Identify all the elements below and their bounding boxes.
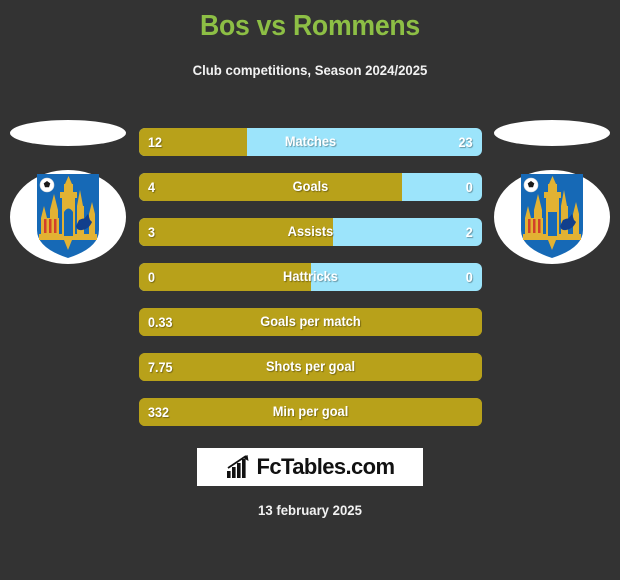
away-value: 23 (458, 134, 473, 150)
away-value: 0 (465, 269, 473, 285)
stat-label: Shots per goal (265, 359, 356, 374)
den-bosch-crest-icon (37, 174, 99, 258)
stat-label: Goals per match (260, 314, 361, 329)
soccer-ball-icon (523, 177, 539, 193)
home-team-block (2, 120, 134, 280)
stat-row: 3 Assists 2 (139, 218, 482, 246)
bar-chart-arrow-icon (226, 455, 249, 478)
page-subtitle: Club competitions, Season 2024/2025 (192, 62, 428, 78)
stat-label: Assists (287, 224, 334, 239)
stat-label: Goals (292, 179, 329, 194)
stat-row: 0.33 Goals per match (139, 308, 482, 336)
fctables-logo[interactable]: FcTables.com (197, 448, 423, 486)
away-value: 2 (465, 224, 473, 240)
stats-comparison-page: Bos vs Rommens Club competitions, Season… (0, 0, 620, 580)
stat-row: 332 Min per goal (139, 398, 482, 426)
soccer-ball-icon (39, 177, 55, 193)
stat-row: 12 Matches 23 (139, 128, 482, 156)
stat-row: 7.75 Shots per goal (139, 353, 482, 381)
den-bosch-crest-icon (521, 174, 583, 258)
away-team-block (486, 120, 618, 280)
stat-bars-list: 12 Matches 23 4 Goals 0 3 Assists 2 0 Ha… (139, 128, 482, 443)
date-label: 13 february 2025 (258, 502, 362, 518)
brand-name: FcTables.com (256, 454, 395, 479)
decorative-ellipse (10, 120, 126, 146)
stat-label: Hattricks (283, 269, 338, 284)
page-title: Bos vs Rommens (199, 10, 421, 42)
crest-shield-stripes (43, 218, 59, 234)
stat-row: 0 Hattricks 0 (139, 263, 482, 291)
stat-row: 4 Goals 0 (139, 173, 482, 201)
decorative-ellipse (494, 120, 610, 146)
stat-label: Min per goal (272, 404, 349, 419)
stat-label: Matches (284, 134, 337, 149)
away-value: 0 (465, 179, 473, 195)
